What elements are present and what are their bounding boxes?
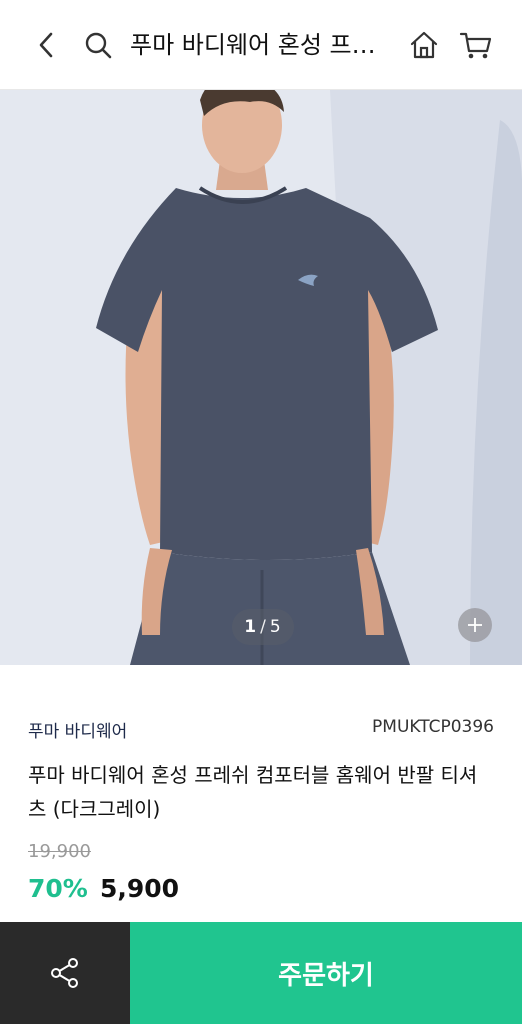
zoom-button[interactable] [458, 608, 492, 642]
plus-icon [468, 618, 482, 632]
cart-icon[interactable] [458, 26, 494, 64]
brand-link[interactable]: 푸마 바디웨어 [28, 717, 127, 742]
back-icon[interactable] [28, 26, 64, 64]
order-button[interactable]: 주문하기 [130, 922, 522, 1024]
top-header: 푸마 바디웨어 혼성 프레쉬 컴포터블 홈웨어 반팔 티셔츠 (다크그레이) [0, 0, 522, 90]
product-photo-illustration [0, 90, 522, 665]
pager-total: 5 [269, 617, 282, 637]
home-icon[interactable] [406, 26, 442, 64]
discount-rate: 70% [28, 874, 88, 903]
product-code: PMUKTCP0396 [372, 717, 494, 737]
pager-current: 1 [244, 617, 258, 637]
bottom-action-bar: 주문하기 [0, 922, 522, 1024]
product-image[interactable]: 1 / 5 [0, 90, 522, 665]
search-icon[interactable] [80, 26, 116, 64]
image-pager: 1 / 5 [232, 609, 294, 645]
share-button[interactable] [0, 922, 130, 1024]
pager-separator: / [260, 617, 267, 637]
sale-price: 5,900 [100, 874, 180, 903]
product-name: 푸마 바디웨어 혼성 프레쉬 컴포터블 홈웨어 반팔 티셔츠 (다크그레이) [28, 763, 478, 821]
share-icon [51, 958, 78, 988]
original-price: 19,900 [28, 841, 91, 862]
page-title: 푸마 바디웨어 혼성 프레쉬 컴포터블 홈웨어 반팔 티셔츠 (다크그레이) [130, 31, 396, 59]
